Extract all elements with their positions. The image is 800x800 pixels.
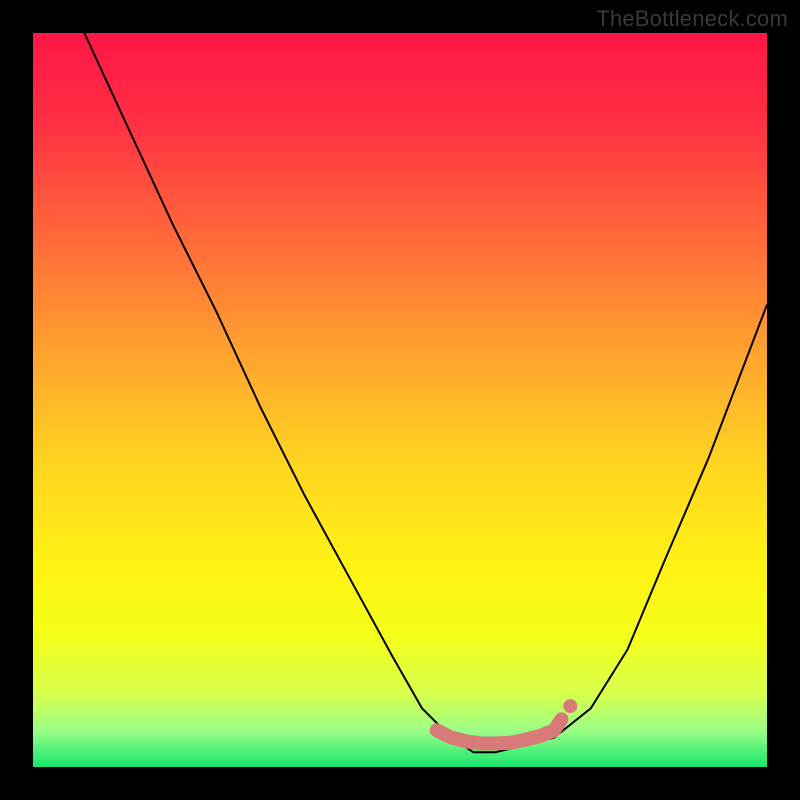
watermark-label: TheBottleneck.com	[596, 6, 788, 32]
bottleneck-curve	[84, 33, 767, 752]
optimal-band-marker-end-dot	[563, 699, 577, 713]
optimal-band-marker	[437, 719, 562, 743]
outer-black-frame: TheBottleneck.com	[0, 0, 800, 800]
chart-svg-layer	[33, 33, 767, 767]
